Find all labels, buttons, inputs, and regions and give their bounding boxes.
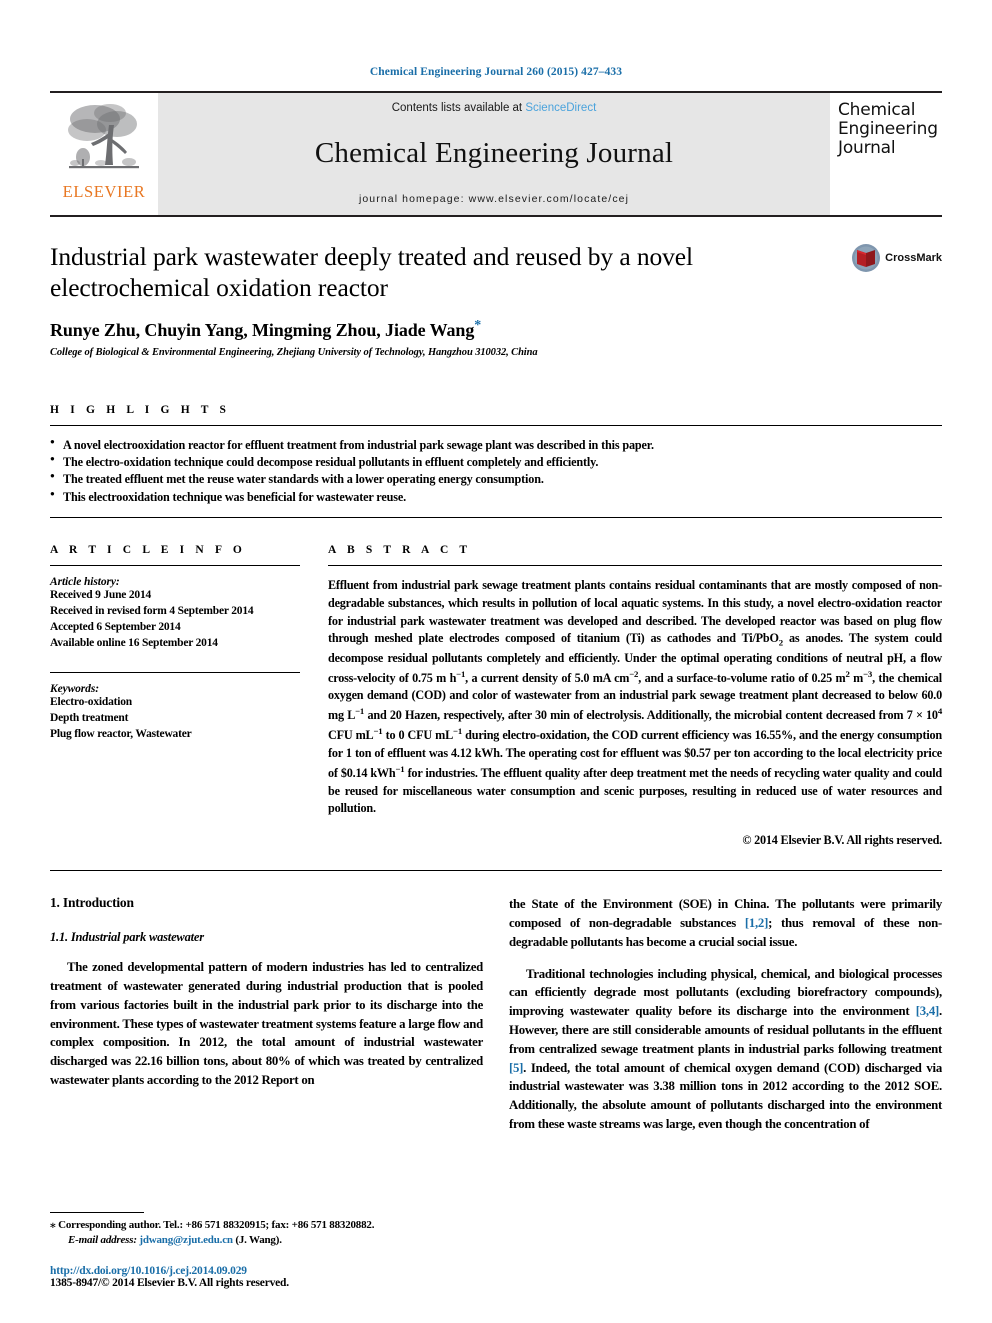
abstract-seg: , a current density of 5.0 mA cm: [465, 670, 630, 685]
paragraph: the State of the Environment (SOE) in Ch…: [509, 895, 942, 951]
journal-cover-logo: Chemical Engineering Journal: [830, 93, 942, 215]
left-column: 1. Introduction 1.1. Industrial park was…: [50, 895, 483, 1134]
list-item: This electrooxidation technique was bene…: [50, 488, 942, 506]
section-heading-introduction: 1. Introduction: [50, 895, 134, 911]
body-separator-rule: [50, 870, 942, 872]
abstract-heading: A B S T R A C T: [328, 544, 472, 557]
corresponding-author-text: Corresponding author. Tel.: +86 571 8832…: [58, 1218, 375, 1231]
crossmark-icon: [852, 244, 881, 272]
article-info-column: A R T I C L E I N F O Article history: R…: [50, 544, 300, 848]
paragraph: The zoned developmental pattern of moder…: [50, 960, 483, 1088]
abstract-text: Effluent from industrial park sewage tre…: [328, 566, 942, 818]
journal-masthead: ELSEVIER Contents lists available at Sci…: [50, 91, 942, 215]
body-columns: 1. Introduction 1.1. Industrial park was…: [50, 895, 942, 1134]
journal-homepage-link[interactable]: journal homepage: www.elsevier.com/locat…: [359, 193, 629, 205]
corresponding-author-note: ⁎ Corresponding author. Tel.: +86 571 88…: [50, 1218, 490, 1234]
email-note: E-mail address: jdwang@zjut.edu.cn (J. W…: [50, 1233, 490, 1249]
history-revised: Received in revised form 4 September 201…: [50, 604, 254, 617]
abstract-sup: −1: [453, 726, 463, 737]
email-label: E-mail address:: [68, 1234, 137, 1247]
footnote-marker: ⁎: [50, 1218, 56, 1231]
title-block: Industrial park wastewater deeply treate…: [50, 217, 942, 358]
keyword-item: Depth treatment: [50, 712, 129, 725]
keyword-item: Plug flow reactor, Wastewater: [50, 728, 192, 741]
contents-prefix-text: Contents lists available at: [391, 102, 526, 114]
abstract-column: A B S T R A C T Effluent from industrial…: [328, 544, 942, 848]
journal-title: Chemical Engineering Journal: [314, 137, 674, 169]
article-history-label: Article history:: [50, 576, 120, 589]
corresponding-author-marker: *: [474, 317, 482, 333]
crossmark-badge[interactable]: CrossMark: [851, 243, 942, 273]
info-abstract-row: A R T I C L E I N F O Article history: R…: [50, 544, 942, 848]
highlights-heading: H I G H L I G H T S: [50, 403, 231, 416]
article-history-group: Article history: Received 9 June 2014 Re…: [50, 566, 300, 663]
copyright-line: © 2014 Elsevier B.V. All rights reserved…: [742, 833, 942, 848]
citation-link[interactable]: [1,2]: [745, 916, 769, 930]
contents-available-line: Contents lists available at ScienceDirec…: [392, 102, 597, 114]
highlights-bottom-rule: [50, 517, 942, 519]
right-column: the State of the Environment (SOE) in Ch…: [509, 895, 942, 1134]
email-link[interactable]: jdwang@zjut.edu.cn: [139, 1234, 233, 1246]
masthead-center-panel: Contents lists available at ScienceDirec…: [158, 93, 830, 215]
affiliation: College of Biological & Environmental En…: [50, 346, 538, 358]
abstract-seg: and 20 Hazen, respectively, after 30 min…: [364, 708, 938, 723]
abstract-sup: −1: [456, 668, 466, 679]
citation-link[interactable]: [3,4]: [916, 1004, 940, 1018]
running-head: Chemical Engineering Journal 260 (2015) …: [369, 66, 623, 78]
sciencedirect-link[interactable]: ScienceDirect: [525, 102, 596, 114]
footnote-rule: [50, 1211, 144, 1213]
journal-article-page: Chemical Engineering Journal 260 (2015) …: [0, 0, 992, 1323]
keywords-label: Keywords:: [50, 683, 99, 696]
abstract-seg: m: [849, 670, 864, 685]
history-received: Received 9 June 2014: [50, 589, 152, 602]
list-item: A novel electrooxidation reactor for eff…: [50, 436, 942, 454]
abstract-sup: 4: [937, 706, 943, 717]
list-item: The electro-oxidation technique could de…: [50, 453, 942, 471]
cover-logo-line-3: Journal: [838, 138, 896, 159]
keyword-item: Electro-oxidation: [50, 696, 132, 709]
author-names: Runye Zhu, Chuyin Yang, Mingming Zhou, J…: [50, 319, 475, 340]
paragraph-seg: . Indeed, the total amount of chemical o…: [509, 1060, 942, 1132]
article-title: Industrial park wastewater deeply treate…: [50, 242, 693, 303]
author-list: Runye Zhu, Chuyin Yang, Mingming Zhou, J…: [50, 318, 942, 341]
history-online: Available online 16 September 2014: [50, 636, 218, 649]
abstract-sup: −2: [629, 668, 639, 679]
subsection-heading-industrial-park-wastewater: 1.1. Industrial park wastewater: [50, 930, 204, 945]
highlights-section: H I G H L I G H T S A novel electrooxida…: [50, 403, 942, 519]
list-item: The treated effluent met the reuse water…: [50, 470, 942, 488]
abstract-sup: −3: [863, 668, 873, 679]
history-accepted: Accepted 6 September 2014: [50, 620, 181, 633]
keywords-group: Keywords: Electro-oxidation Depth treatm…: [50, 673, 300, 743]
cover-logo-line-2: Engineering: [838, 119, 938, 140]
highlights-list: A novel electrooxidation reactor for eff…: [50, 426, 942, 517]
abstract-seg: CFU mL: [328, 728, 374, 743]
doi-link[interactable]: http://dx.doi.org/10.1016/j.cej.2014.09.…: [50, 1265, 490, 1277]
cover-logo-text: Chemical Engineering Journal: [838, 100, 938, 159]
paragraph-seg: Traditional technologies including physi…: [509, 966, 942, 1019]
abstract-seg: to 0 CFU mL: [382, 728, 454, 743]
elsevier-logo: ELSEVIER: [50, 93, 158, 215]
abstract-seg: , and a surface-to-volume ratio of 0.25 …: [638, 670, 846, 685]
cover-logo-line-1: Chemical: [838, 100, 916, 120]
abstract-sup: −1: [355, 706, 365, 717]
abstract-seg: for industries. The effluent quality aft…: [328, 765, 942, 816]
citation-link[interactable]: [5]: [509, 1061, 523, 1075]
page-footnote: ⁎ Corresponding author. Tel.: +86 571 88…: [50, 1211, 490, 1289]
issn-copyright-line: 1385-8947/© 2014 Elsevier B.V. All right…: [50, 1277, 289, 1289]
elsevier-wordmark: ELSEVIER: [62, 182, 146, 201]
email-suffix: (J. Wang).: [235, 1234, 282, 1247]
crossmark-label: CrossMark: [885, 252, 942, 264]
elsevier-tree-icon: [68, 104, 139, 169]
paragraph: Traditional technologies including physi…: [509, 965, 942, 1134]
article-info-heading: A R T I C L E I N F O: [50, 544, 246, 557]
